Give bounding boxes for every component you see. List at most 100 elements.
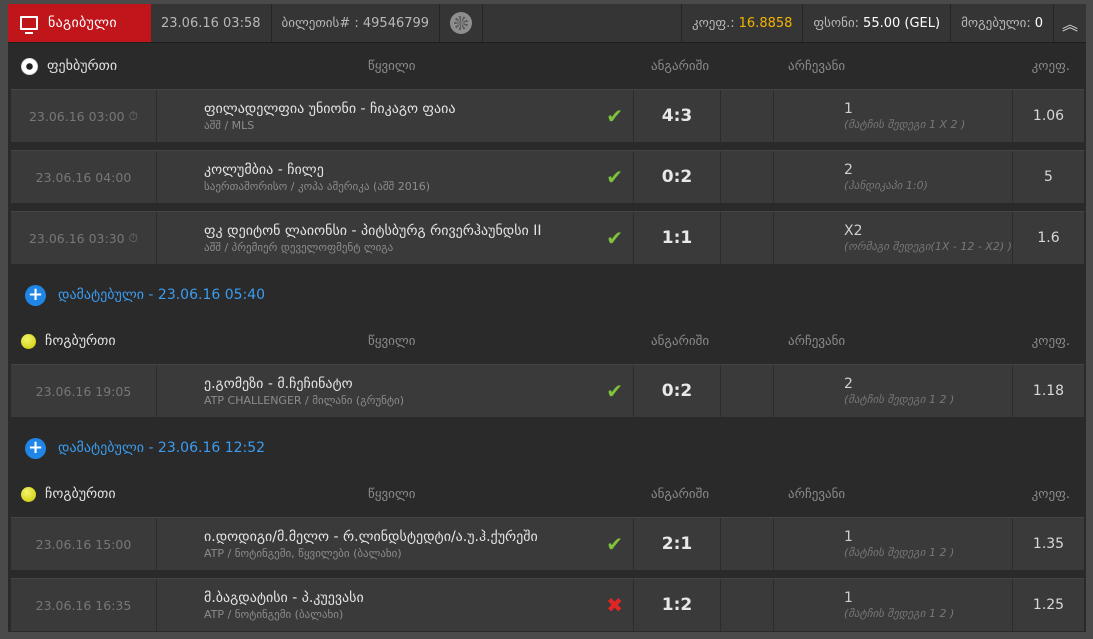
event-date-text: 23.06.16 03:00 — [28, 108, 125, 124]
choice-pick: 1 — [844, 101, 853, 117]
tennis-ball-icon — [21, 486, 36, 502]
event-cell: ფილადელფია უნიონი - ჩიკაგო ფაია აშშ / MLS… — [157, 90, 634, 142]
sport-name: ჩოგბურთი — [45, 486, 116, 502]
event-league: ATP / ნოტინგემი, წყვილები (ბალახი) — [204, 546, 402, 560]
played-tab[interactable]: ნაგიბული — [8, 4, 151, 42]
section-header: ჩოგბურთი წყვილი ანგარიში არჩევანი კოეფ. — [8, 471, 1086, 517]
checkmark-icon: ✔ — [606, 532, 623, 556]
event-league: ATP CHALLENGER / მილანი (გრუნტი) — [204, 393, 405, 407]
event-score: 2:1 — [634, 518, 721, 570]
event-league: ATP / ნოტინგემი (ბალახი) — [204, 607, 344, 621]
added-header: + დამატებული - 23.06.16 05:40 — [8, 272, 1086, 318]
ticket-datetime: 23.06.16 03:58 — [151, 4, 272, 42]
event-score: 1:1 — [634, 212, 721, 264]
added-header: + დამატებული - 23.06.16 12:52 — [8, 425, 1086, 471]
wheel-icon[interactable] — [450, 12, 473, 34]
win-value: 0 — [1034, 15, 1043, 31]
checkmark-icon: ✔ — [606, 379, 623, 403]
column-event: წყვილი — [368, 333, 416, 349]
wheel-cell[interactable] — [440, 4, 484, 42]
event-odds: 5 — [1044, 169, 1053, 185]
event-name: ფილადელფია უნიონი - ჩიკაგო ფაია — [204, 100, 456, 117]
collapse-button[interactable]: ︽ — [1054, 4, 1086, 42]
coef-value: 16.8858 — [738, 15, 793, 31]
sport-name: ფეხბურთი — [47, 58, 118, 74]
choice-pick: 2 — [844, 162, 853, 178]
event-date: 23.06.16 19:05 — [11, 365, 157, 417]
column-event: წყვილი — [368, 486, 416, 502]
table-row[interactable]: 23.06.16 04:00 კოლუმბია - ჩილე საერთაშორის… — [11, 150, 1084, 203]
choice-market: (ჰანდიკაპი 1:0) — [844, 179, 928, 192]
table-row[interactable]: 23.06.16 03:00 ⏱ ფილადელფია უნიონი - ჩიკაგ… — [11, 89, 1084, 142]
column-score: ანგარიში — [651, 486, 710, 502]
event-date: 23.06.16 03:30 ⏱ — [11, 212, 157, 264]
event-date-text: 23.06.16 19:05 — [35, 383, 132, 399]
column-choice: არჩევანი — [788, 333, 846, 349]
choice-pick: X2 — [844, 223, 863, 239]
choice-market: (მატჩის შედეგი 1 X 2 ) — [844, 118, 966, 131]
event-league: აშშ / პრემიერ დეველოფმენტ ლიგა — [204, 240, 394, 254]
event-cell: ფკ დეიტონ ლაიონსი - პიტსბურგ რივერჰაუნდს… — [157, 212, 634, 264]
event-date: 23.06.16 15:00 — [11, 518, 157, 570]
column-choice: არჩევანი — [788, 58, 846, 74]
event-odds: 1.18 — [1032, 383, 1065, 399]
choice-market: (მატჩის შედეგი 1 2 ) — [844, 607, 955, 620]
event-league: საერთაშორისო / კოპა ამერიკა (აშშ 2016) — [204, 179, 430, 193]
event-name: მ.ბაგდატისი - პ.კუევასი — [204, 589, 364, 606]
stopwatch-icon: ⏱ — [128, 230, 139, 245]
checkmark-icon: ✔ — [606, 226, 623, 250]
table-row[interactable]: 23.06.16 19:05 ე.გომეზი - მ.ჩეჩინატო ATP C… — [11, 364, 1084, 417]
coef-label: კოეფ.: — [691, 15, 735, 31]
event-odds: 1.25 — [1032, 597, 1065, 613]
choice-cell: X2 (ორმაგი შედეგი(1X - 12 - X2) ) — [774, 212, 1013, 264]
tennis-ball-icon — [21, 333, 36, 349]
event-cell: ე.გომეზი - მ.ჩეჩინატო ATP CHALLENGER / მი… — [157, 365, 634, 417]
choice-cell: 1 (მატჩის შედეგი 1 2 ) — [774, 579, 1013, 631]
table-row[interactable]: 23.06.16 15:00 ი.დოდიგი/მ.მელო - რ.ლინდსტ… — [11, 517, 1084, 570]
section-header: ჩოგბურთი წყვილი ანგარიში არჩევანი კოეფ. — [8, 318, 1086, 364]
ticket-number: ბილეთის# : 49546799 — [272, 4, 441, 42]
chevron-double-up-icon: ︽ — [1061, 15, 1078, 34]
choice-cell: 1 (მატჩის შედეგი 1 2 ) — [774, 518, 1013, 570]
stake-label: ფსონი: — [813, 15, 860, 31]
section-header: ფეხბურთი წყვილი ანგარიში არჩევანი კოეფ. — [8, 43, 1086, 89]
stopwatch-icon: ⏱ — [128, 108, 139, 123]
event-odds: 1.06 — [1032, 108, 1065, 124]
soccer-ball-icon — [21, 57, 38, 75]
column-odds: კოეფ. — [1031, 58, 1070, 74]
event-score: 0:2 — [634, 365, 721, 417]
sport-label: ჩოგბურთი — [21, 486, 116, 502]
column-odds: კოეფ. — [1031, 333, 1070, 349]
ticket-body: ფეხბურთი წყვილი ანგარიში არჩევანი კოეფ. 23.06… — [8, 43, 1086, 631]
plus-icon[interactable]: + — [25, 284, 46, 306]
choice-cell: 1 (მატჩის შედეგი 1 X 2 ) — [774, 90, 1013, 142]
spacer-cell — [721, 151, 774, 203]
event-name: ი.დოდიგი/მ.მელო - რ.ლინდსტედტი/ა.უ.ჰ.ქურ… — [204, 528, 538, 545]
event-odds: 1.35 — [1032, 536, 1065, 552]
played-label: ნაგიბული — [48, 15, 117, 31]
column-score: ანგარიში — [651, 58, 710, 74]
event-date: 23.06.16 16:35 — [11, 579, 157, 631]
table-row[interactable]: 23.06.16 03:30 ⏱ ფკ დეიტონ ლაიონსი - პიტსბ… — [11, 211, 1084, 264]
choice-cell: 2 (ჰანდიკაპი 1:0) — [774, 151, 1013, 203]
column-event: წყვილი — [368, 58, 416, 74]
cross-icon: ✖ — [606, 593, 623, 617]
checkmark-icon: ✔ — [606, 104, 623, 128]
choice-pick: 1 — [844, 529, 853, 545]
column-choice: არჩევანი — [788, 486, 846, 502]
choice-pick: 2 — [844, 376, 853, 392]
event-score: 1:2 — [634, 579, 721, 631]
event-league: აშშ / MLS — [204, 118, 255, 132]
column-score: ანგარიში — [651, 333, 710, 349]
event-odds: 1.6 — [1037, 230, 1060, 246]
ticket-label: ბილეთის# : — [281, 15, 359, 31]
event-date: 23.06.16 04:00 — [11, 151, 157, 203]
event-name: ფკ დეიტონ ლაიონსი - პიტსბურგ რივერჰაუნდს… — [204, 222, 542, 239]
event-score: 4:3 — [634, 90, 721, 142]
choice-cell: 2 (მატჩის შედეგი 1 2 ) — [774, 365, 1013, 417]
stake: ფსონი: 55.00 (GEL) — [803, 4, 952, 42]
table-row[interactable]: 23.06.16 16:35 მ.ბაგდატისი - პ.კუევასი ATP… — [11, 578, 1084, 631]
event-date-text: 23.06.16 04:00 — [35, 169, 132, 185]
event-date-text: 23.06.16 03:30 — [28, 230, 125, 246]
plus-icon[interactable]: + — [25, 437, 46, 459]
